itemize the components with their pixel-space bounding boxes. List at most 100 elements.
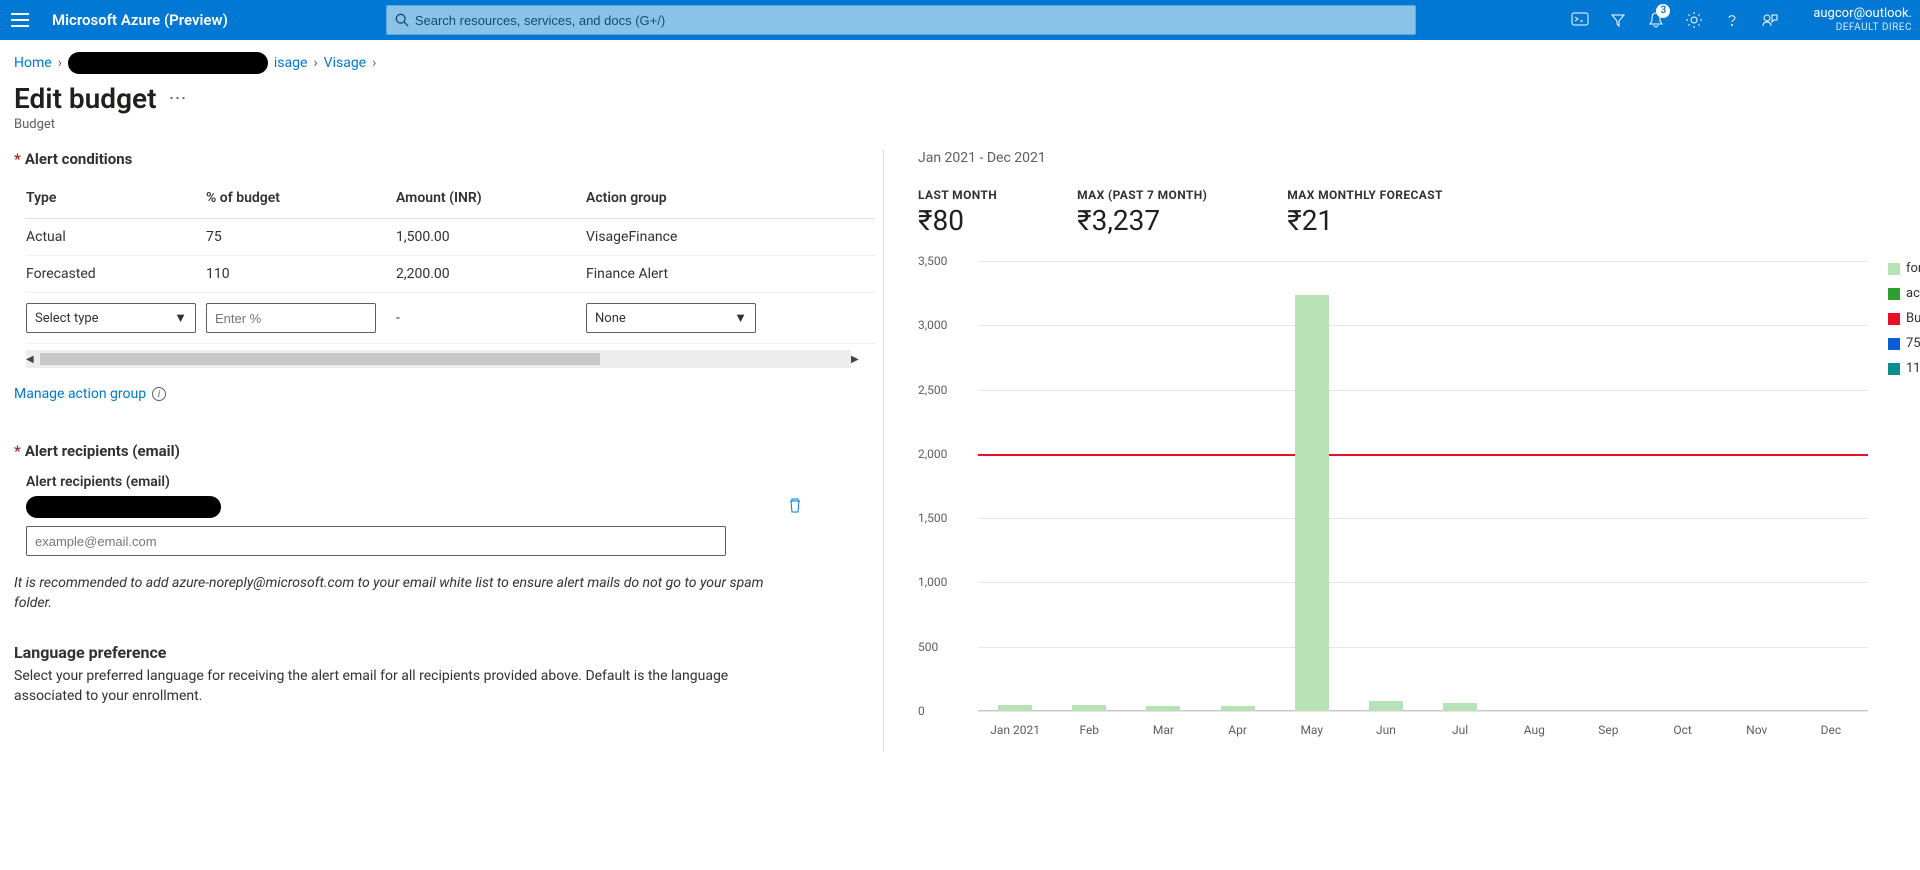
chart-xtick: Mar [1153,723,1174,737]
chart-xtick: Apr [1228,723,1247,737]
help-icon [1724,12,1740,28]
chart-ytick: 1,500 [918,511,947,525]
chart-ytick: 3,000 [918,318,947,332]
type-select[interactable]: Select type ▼ [26,303,196,333]
info-icon[interactable]: i [152,387,166,401]
chevron-right-icon: › [313,55,317,71]
page-title: Edit budget [14,82,156,115]
breadcrumb-home[interactable]: Home [14,55,52,71]
chart-ytick: 2,000 [918,447,947,461]
budget-chart: 05001,0001,5002,0002,5003,0003,500Jan 20… [918,261,1868,751]
search-input[interactable] [415,13,1407,28]
chevron-right-icon: › [58,55,62,71]
hamburger-icon [11,13,29,27]
more-actions-button[interactable]: ⋯ [168,88,186,109]
chart-xtick: Dec [1821,723,1842,737]
required-star-icon: * [14,150,21,168]
kpi-row: LAST MONTH ₹80 MAX (PAST 7 MONTH) ₹3,237… [918,188,1920,237]
chevron-down-icon: ▼ [734,310,747,326]
search-icon [395,13,409,27]
chart-legend: forecastactualBudget75% thresh...110% th… [1888,261,1920,751]
chart-bar [1072,705,1106,711]
account-block[interactable]: augcor@outlook. DEFAULT DIREC [1801,7,1912,32]
recipient-help-text: It is recommended to add azure-noreply@m… [14,574,794,613]
col-amount: Amount (INR) [396,182,586,219]
chart-bar [1369,701,1403,711]
table-horizontal-scrollbar[interactable]: ◀ ▶ [26,350,851,368]
brand-label: Microsoft Azure (Preview) [48,11,238,29]
directory-filter-button[interactable] [1601,0,1635,40]
chart-gridline [978,325,1868,326]
page-subtitle: Budget [14,117,1906,132]
help-button[interactable] [1715,0,1749,40]
topbar-actions: 3 [1557,0,1793,40]
chart-bar [1443,703,1477,711]
global-search[interactable] [386,5,1416,35]
breadcrumb-visage[interactable]: Visage [324,55,366,71]
budget-reference-line [978,454,1868,456]
chart-ytick: 0 [918,704,925,718]
legend-item: forecast [1888,261,1920,276]
left-pane: *Alert conditions Type % of budget Amoun… [14,150,884,751]
chart-bar [1295,295,1329,711]
table-row: Actual 75 1,500.00 VisageFinance [26,219,875,256]
manage-action-group-link[interactable]: Manage action group [14,386,146,402]
feedback-button[interactable] [1753,0,1787,40]
chart-ytick: 1,000 [918,575,947,589]
chart-xtick: Nov [1746,723,1767,737]
legend-item: Budget [1888,311,1920,326]
chart-gridline [978,261,1868,262]
kpi-max-past: MAX (PAST 7 MONTH) ₹3,237 [1077,188,1207,237]
chart-bar [1221,706,1255,711]
alert-recipients-header: *Alert recipients (email) [14,442,863,460]
cloud-shell-icon [1571,12,1589,28]
legend-swatch-icon [1888,313,1900,325]
cloud-shell-button[interactable] [1563,0,1597,40]
chart-xtick: Aug [1524,723,1545,737]
legend-swatch-icon [1888,338,1900,350]
scroll-right-icon[interactable]: ▶ [817,354,851,365]
chart-plot-area [978,261,1868,711]
alert-recipients-column: Alert recipients (email) [26,474,863,490]
notifications-button[interactable]: 3 [1639,0,1673,40]
chart-xtick: Jan 2021 [990,723,1040,737]
chart-gridline [978,390,1868,391]
new-condition-row: Select type ▼ - None ▼ [26,293,875,344]
hamburger-menu[interactable] [0,0,40,40]
col-pct: % of budget [206,182,396,219]
chart-ytick: 2,500 [918,383,947,397]
settings-button[interactable] [1677,0,1711,40]
gear-icon [1685,11,1703,29]
breadcrumb-item-tail[interactable]: isage [274,55,308,71]
chart-gridline [978,647,1868,648]
amount-placeholder: - [396,293,586,344]
breadcrumb: Home › isage › Visage › [14,52,1906,74]
chart-xtick: May [1300,723,1323,737]
scrollbar-thumb[interactable] [40,353,600,365]
kpi-last-month: LAST MONTH ₹80 [918,188,997,237]
account-email: augcor@outlook. [1813,7,1912,21]
table-row: Forecasted 110 2,200.00 Finance Alert [26,256,875,293]
filter-icon [1610,12,1626,28]
chevron-down-icon: ▼ [174,310,187,326]
chart-xtick: Jun [1376,723,1396,737]
notification-count: 3 [1656,4,1670,18]
alert-conditions-table: Type % of budget Amount (INR) Action gro… [26,182,875,344]
chart-xtick: Oct [1673,723,1691,737]
legend-item: 75% thresh... [1888,336,1920,351]
account-directory: DEFAULT DIREC [1813,22,1912,33]
percent-input[interactable] [206,303,376,333]
legend-swatch-icon [1888,288,1900,300]
legend-swatch-icon [1888,363,1900,375]
alert-conditions-header: *Alert conditions [14,150,863,168]
delete-recipient-button[interactable] [787,496,803,518]
right-pane: Jan 2021 - Dec 2021 LAST MONTH ₹80 MAX (… [884,150,1920,751]
legend-item: 110% thresh... [1888,361,1920,376]
chart-date-range: Jan 2021 - Dec 2021 [918,150,1920,166]
action-group-select[interactable]: None ▼ [586,303,756,333]
page-body: Home › isage › Visage › Edit budget ⋯ Bu… [0,40,1920,751]
add-recipient-input[interactable] [26,526,726,556]
legend-swatch-icon [1888,263,1900,275]
chart-ytick: 3,500 [918,254,947,268]
chart-gridline [978,711,1868,712]
